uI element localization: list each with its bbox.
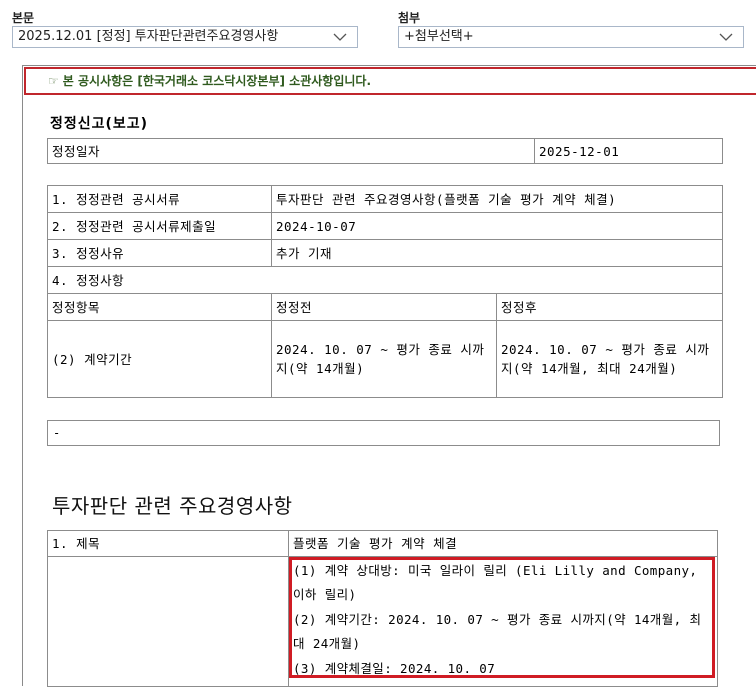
main-title: 투자판단 관련 주요경영사항 — [52, 494, 293, 518]
notice-text: 본 공시사항은 [한국거래소 코스닥시장본부] 소관사항입니다. — [62, 74, 372, 88]
row-value: 투자판단 관련 주요경영사항(플랫폼 기술 평가 계약 체결) — [271, 185, 723, 213]
body-label: 본문 — [12, 11, 35, 25]
pointing-hand-icon: ☞ — [48, 74, 59, 88]
correction-table: 1. 정정관련 공시서류 투자판단 관련 주요경영사항(플랫폼 기술 평가 계약… — [47, 185, 723, 398]
header-after: 정정후 — [496, 293, 723, 321]
attach-select-value: +첨부선택+ — [404, 29, 474, 44]
body-select[interactable]: 2025.12.01 [정정] 투자판단관련주요경영사항 — [12, 26, 358, 48]
chevron-down-icon — [333, 33, 347, 41]
detail-item: (2) 계약기간: 2024. 10. 07 ~ 평가 종료 시까지(약 14개… — [293, 611, 702, 652]
attach-select[interactable]: +첨부선택+ — [398, 26, 744, 48]
chevron-down-icon — [719, 33, 733, 41]
row-value: 2024-10-07 — [271, 212, 723, 240]
row2-label — [47, 556, 289, 687]
row-label: 3. 정정사유 — [47, 239, 272, 267]
top-toolbar: 본문 2025.12.01 [정정] 투자판단관련주요경영사항 첨부 +첨부선택… — [0, 0, 756, 62]
correction-title: 정정신고(보고) — [50, 116, 149, 132]
change-before: 2024. 10. 07 ~ 평가 종료 시까지(약 14개월) — [271, 320, 497, 398]
header-before: 정정전 — [271, 293, 497, 321]
date-value: 2025-12-01 — [534, 138, 723, 164]
remark-box: - — [47, 420, 720, 446]
detail-list: (1) 계약 상대방: 미국 일라이 릴리 (Eli Lilly and Com… — [293, 559, 711, 681]
header-item: 정정항목 — [47, 293, 272, 321]
row1-label: 1. 제목 — [47, 530, 289, 557]
item4-label: 4. 정정사항 — [47, 266, 723, 294]
date-label: 정정일자 — [47, 138, 535, 164]
body-select-value: 2025.12.01 [정정] 투자판단관련주요경영사항 — [18, 29, 279, 44]
correction-date-table: 정정일자 2025-12-01 — [47, 138, 723, 164]
row-label: 2. 정정관련 공시서류제출일 — [47, 212, 272, 240]
row-label: 1. 정정관련 공시서류 — [47, 185, 272, 213]
change-item: (2) 계약기간 — [47, 320, 272, 398]
detail-item: (1) 계약 상대방: 미국 일라이 릴리 (Eli Lilly and Com… — [293, 563, 698, 603]
row-value: 추가 기재 — [271, 239, 723, 267]
change-after: 2024. 10. 07 ~ 평가 종료 시까지(약 14개월, 최대 24개월… — [496, 320, 723, 398]
attach-label: 첨부 — [398, 11, 421, 25]
row1-value: 플랫폼 기술 평가 계약 체결 — [288, 530, 718, 557]
notice-banner: ☞ 본 공시사항은 [한국거래소 코스닥시장본부] 소관사항입니다. — [24, 67, 756, 95]
detail-item: (3) 계약체결일: 2024. 10. 07 — [293, 660, 496, 676]
